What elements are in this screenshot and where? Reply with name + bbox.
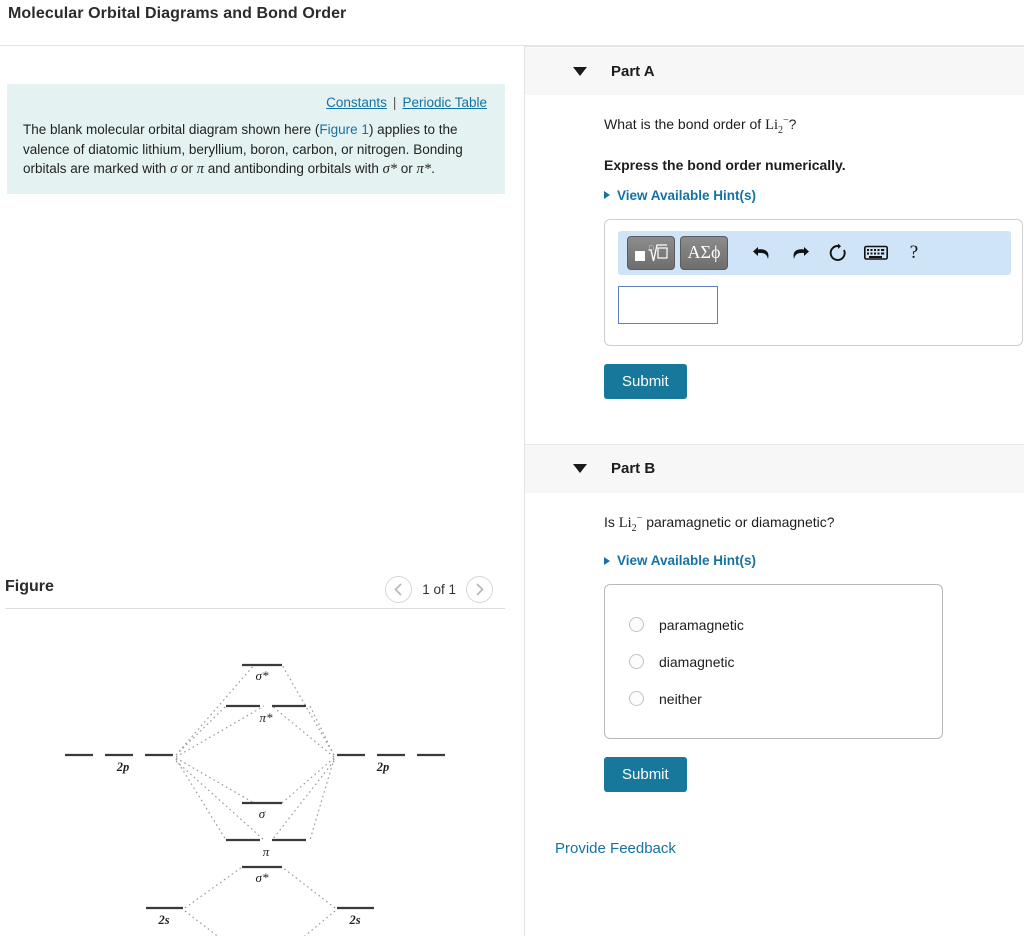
info-panel: Constants | Periodic Table The blank molec… — [7, 84, 505, 194]
chevron-left-icon — [394, 583, 402, 596]
part-b-body: Is Li2− paramagnetic or diamagnetic? Vie… — [525, 493, 1024, 793]
part-b-species: Li2− — [618, 513, 643, 534]
right-2s-label: 2s — [348, 913, 360, 927]
part-b-question-prefix: Is — [604, 513, 619, 530]
part-a-question-suffix: ? — [788, 115, 797, 132]
info-text: The blank molecular orbital diagram show… — [23, 120, 473, 180]
radio-option-paramagnetic[interactable]: paramagnetic — [605, 606, 942, 643]
mo-diagram-svg: .lvl { stroke:#3a3a3a; stroke-width:2.2;… — [65, 663, 445, 936]
refresh-circle-icon — [829, 243, 846, 261]
part-b-hints-label: View Available Hint(s) — [617, 553, 757, 569]
redo-icon[interactable] — [781, 236, 819, 270]
left-2p-label: 2p — [116, 760, 130, 774]
page-title: Molecular Orbital Diagrams and Bond Orde… — [8, 5, 347, 22]
help-icon[interactable]: ? — [895, 236, 933, 270]
periodic-table-link[interactable]: Periodic Table — [402, 95, 487, 110]
part-a-submit-button[interactable]: Submit — [604, 363, 687, 399]
links-separator: | — [392, 95, 397, 110]
page-root: Molecular Orbital Diagrams and Bond Orde… — [0, 0, 1024, 936]
left-2s-label: 2s — [157, 913, 169, 927]
part-b-species-sub: 2 — [631, 522, 637, 534]
info-or-2: or — [397, 161, 417, 176]
radio-option-label: diamagnetic — [659, 653, 735, 670]
part-b-options: paramagnetic diamagnetic neither — [604, 584, 943, 740]
right-2p-label: 2p — [376, 760, 390, 774]
info-text-part4: . — [431, 161, 435, 176]
part-b-hints-link[interactable]: View Available Hint(s) — [604, 553, 1024, 568]
info-text-part3: and antibonding orbitals with — [204, 161, 383, 176]
caret-right-icon — [604, 191, 610, 200]
part-a-body: What is the bond order of Li2−? Express … — [525, 95, 1024, 399]
redo-arrow-icon — [793, 246, 809, 259]
part-b-question: Is Li2− paramagnetic or diamagnetic? — [604, 509, 1024, 539]
caret-down-icon[interactable] — [573, 464, 587, 474]
greek-symbols-label: ΑΣϕ — [687, 242, 721, 263]
figure-header: Figure 1 of 1 — [0, 566, 510, 614]
part-a-hints-label: View Available Hint(s) — [617, 187, 757, 203]
keyboard-icon[interactable] — [857, 236, 895, 270]
part-b-question-suffix: paramagnetic or diamagnetic? — [642, 513, 835, 530]
constants-link[interactable]: Constants — [326, 95, 387, 110]
math-template-button[interactable]: □ — [627, 235, 675, 270]
part-b-section: Part B Is Li2− paramagnetic or diamagnet… — [525, 443, 1024, 857]
undo-arrow-icon — [753, 246, 769, 259]
reset-icon[interactable] — [819, 236, 857, 270]
info-text-part1: The blank molecular orbital diagram show… — [23, 122, 320, 137]
part-a-species: Li2− — [765, 115, 789, 136]
nth-root-icon: □ — [635, 244, 668, 261]
info-or-1: or — [177, 161, 197, 176]
figure-nav: 1 of 1 — [385, 576, 493, 603]
molecular-orbital-diagram: .lvl { stroke:#3a3a3a; stroke-width:2.2;… — [0, 618, 520, 936]
radio-option-neither[interactable]: neither — [605, 680, 942, 717]
part-a-header[interactable]: Part A — [525, 46, 1024, 95]
undo-icon[interactable] — [743, 236, 781, 270]
next-figure-button[interactable] — [466, 576, 493, 603]
math-toolbar: □ ΑΣϕ ? — [618, 230, 1011, 275]
part-a-instruction: Express the bond order numerically. — [604, 156, 846, 173]
sigma-star-2s-label: σ* — [256, 870, 269, 885]
figure-1-link[interactable]: Figure 1 — [319, 122, 369, 137]
sigma-star-symbol: σ* — [382, 161, 398, 177]
left-column: Constants | Periodic Table The blank molec… — [0, 46, 524, 936]
sigma-star-2p-label: σ* — [256, 668, 269, 683]
radio-option-diamagnetic[interactable]: diamagnetic — [605, 643, 942, 680]
caret-right-icon — [604, 556, 610, 565]
onscreen-keyboard-icon — [864, 245, 888, 260]
radio-button-icon[interactable] — [629, 617, 644, 633]
radio-button-icon[interactable] — [629, 654, 644, 670]
provide-feedback-link[interactable]: Provide Feedback — [555, 840, 1024, 857]
part-b-species-symbol: Li — [618, 514, 632, 531]
figure-title: Figure — [5, 578, 54, 595]
part-b-submit-button[interactable]: Submit — [604, 757, 687, 793]
pi-star-symbol: π* — [416, 161, 432, 177]
part-a-answer-box: □ ΑΣϕ ? — [604, 218, 1023, 346]
part-a-label: Part A — [611, 62, 655, 80]
info-links: Constants | Periodic Table — [23, 94, 489, 112]
part-b-header[interactable]: Part B — [525, 443, 1024, 493]
radio-button-icon[interactable] — [629, 691, 644, 707]
help-question-mark: ? — [909, 241, 919, 263]
sigma-2p-label: σ — [259, 806, 266, 821]
pi-symbol: π — [196, 161, 204, 177]
pi-2p-label: π — [263, 844, 270, 859]
part-a-species-symbol: Li — [765, 116, 778, 133]
part-a-question: What is the bond order of Li2−? — [604, 111, 1024, 141]
caret-down-icon[interactable] — [573, 66, 587, 76]
right-column: Part A What is the bond order of Li2−? E… — [525, 46, 1024, 936]
chevron-right-icon — [476, 583, 484, 596]
radio-option-label: paramagnetic — [659, 616, 744, 633]
figure-divider — [5, 608, 505, 609]
part-a-hints-link[interactable]: View Available Hint(s) — [604, 188, 1024, 203]
part-b-label: Part B — [611, 460, 656, 478]
part-a-question-prefix: What is the bond order of — [604, 115, 766, 132]
part-a-answer-input[interactable] — [618, 285, 718, 324]
previous-figure-button[interactable] — [385, 576, 413, 603]
radio-option-label: neither — [659, 690, 702, 707]
math-symbols-button[interactable]: ΑΣϕ — [680, 235, 728, 270]
part-a-species-sub: 2 — [777, 124, 783, 136]
pi-star-2p-label: π* — [259, 710, 273, 725]
figure-counter: 1 of 1 — [422, 582, 456, 597]
